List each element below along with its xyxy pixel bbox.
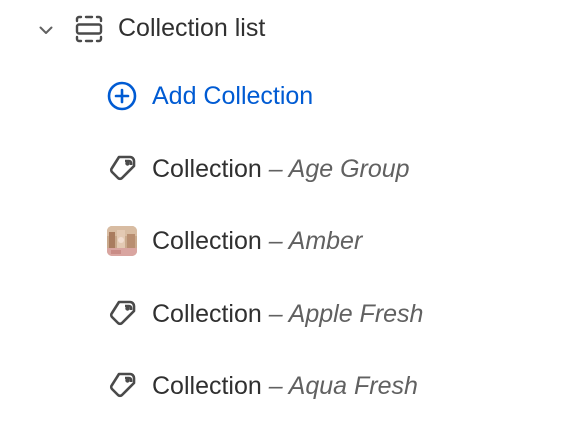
separator: –: [261, 300, 289, 328]
collection-type-label: Collection: [152, 372, 262, 400]
tag-icon: [109, 300, 136, 326]
add-collection-button[interactable]: Add Collection: [0, 70, 582, 122]
collection-list-section-header[interactable]: Collection list: [0, 0, 582, 56]
collection-name: Apple Fresh: [288, 300, 424, 328]
separator: –: [261, 227, 289, 255]
collection-item-text: Collection – Age Group: [152, 153, 410, 185]
collection-type-label: Collection: [152, 227, 262, 255]
collection-item-text: Collection – Apple Fresh: [152, 298, 423, 330]
add-collection-label: Add Collection: [152, 82, 314, 110]
collection-name: Amber: [288, 227, 363, 255]
collection-item-text: Collection – Amber: [152, 225, 362, 257]
plus-circle-icon: [107, 81, 137, 111]
separator: –: [261, 155, 289, 183]
section-title: Collection list: [118, 14, 266, 42]
collection-item-age-group[interactable]: Collection – Age Group: [0, 143, 582, 195]
collection-type-label: Collection: [152, 300, 262, 328]
collection-name: Aqua Fresh: [288, 372, 418, 400]
tag-icon: [109, 372, 136, 398]
tag-icon: [109, 155, 136, 181]
collection-name: Age Group: [288, 155, 410, 183]
collection-list-panel: Collection list Add Collection Collectio…: [0, 0, 582, 423]
collection-type-label: Collection: [152, 155, 262, 183]
collection-item-amber[interactable]: Collection – Amber: [0, 215, 582, 267]
collection-item-aqua-fresh[interactable]: Collection – Aqua Fresh: [0, 360, 582, 412]
collection-thumbnail: [107, 226, 137, 256]
collection-item-text: Collection – Aqua Fresh: [152, 370, 418, 402]
collection-item-apple-fresh[interactable]: Collection – Apple Fresh: [0, 288, 582, 340]
chevron-down-icon[interactable]: [36, 20, 56, 40]
section-layout-icon: [75, 15, 103, 43]
separator: –: [261, 372, 289, 400]
